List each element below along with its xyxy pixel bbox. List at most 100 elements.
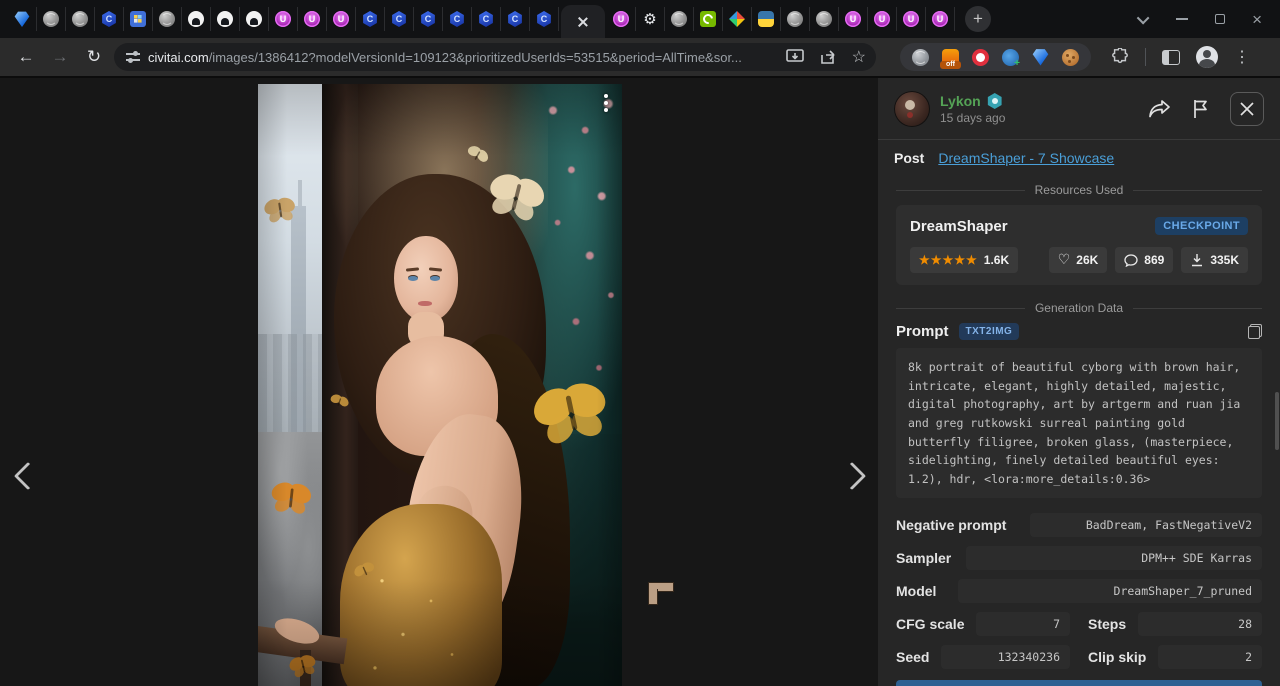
url-path: /images/1386412?modelVersionId=109123&pr… [209, 50, 742, 65]
extensions-puzzle-icon[interactable] [1111, 48, 1129, 66]
downloads-pill[interactable]: 335K [1181, 247, 1248, 273]
u-app-pinned-tab[interactable] [926, 7, 955, 31]
url-text[interactable]: civitai.com/images/1386412?modelVersionI… [148, 50, 778, 65]
python-pinned-tab[interactable] [752, 7, 781, 31]
reload-button[interactable]: ↻ [80, 43, 108, 71]
next-image-button[interactable] [838, 462, 866, 490]
globe-favicon [787, 11, 803, 27]
address-bar[interactable]: civitai.com/images/1386412?modelVersionI… [114, 43, 876, 71]
civitai-pinned-tab[interactable] [443, 7, 472, 31]
previous-image-button[interactable] [14, 462, 42, 490]
civitai-pinned-tab[interactable] [530, 7, 559, 31]
comments-pill[interactable]: 869 [1115, 247, 1173, 273]
globe-pinned-tab[interactable] [153, 7, 182, 31]
active-tab[interactable] [561, 5, 605, 38]
globe-pinned-tab[interactable] [665, 7, 694, 31]
panel-scrollbar-thumb[interactable] [1275, 392, 1279, 450]
model-value[interactable]: DreamShaper_7_pruned [958, 579, 1262, 603]
u-app-pinned-tab[interactable] [839, 7, 868, 31]
panel-scroll-area[interactable]: Resources Used DreamShaper CHECKPOINT ★★… [878, 176, 1280, 686]
civitai-pinned-tab[interactable] [385, 7, 414, 31]
git-diamond-pinned-tab[interactable] [723, 7, 752, 31]
restore-window-icon[interactable] [1215, 14, 1225, 24]
user-avatar[interactable] [894, 91, 930, 127]
u-app-pinned-tab[interactable] [298, 7, 327, 31]
resource-name[interactable]: DreamShaper [910, 218, 1008, 235]
gem-extension-icon[interactable] [1032, 49, 1049, 66]
globe-pinned-tab[interactable] [37, 7, 66, 31]
likes-pill[interactable]: ♡ 26K [1049, 247, 1108, 273]
pinned-tabs-right [607, 7, 955, 31]
close-window-icon[interactable]: × [1252, 11, 1262, 28]
u-app-pinned-tab[interactable] [327, 7, 356, 31]
new-tab-button[interactable]: + [965, 6, 991, 32]
minimize-icon[interactable] [1176, 18, 1188, 20]
username-link[interactable]: Lykon [940, 93, 981, 109]
share-post-icon[interactable] [1148, 99, 1172, 119]
civitai-favicon [362, 11, 378, 27]
negative-prompt-value[interactable]: BadDream, FastNegativeV2 [1030, 513, 1262, 537]
copy-all-data-button[interactable] [896, 680, 1262, 686]
civitai-pinned-tab[interactable] [472, 7, 501, 31]
post-row: Post DreamShaper - 7 Showcase [878, 140, 1280, 176]
install-icon[interactable] [786, 49, 804, 65]
u-app-pinned-tab[interactable] [868, 7, 897, 31]
rating-pill[interactable]: ★★★★★ 1.6K [910, 247, 1018, 273]
sampler-value[interactable]: DPM++ SDE Karras [966, 546, 1262, 570]
blocker-extension-icon[interactable]: off [942, 49, 959, 66]
github-pinned-tab[interactable] [240, 7, 269, 31]
seed-value[interactable]: 132340236 [941, 645, 1070, 669]
cookie-extension-icon[interactable] [1062, 49, 1079, 66]
image-options-menu-icon[interactable] [604, 94, 608, 115]
globe-pinned-tab[interactable] [66, 7, 95, 31]
report-flag-icon[interactable] [1192, 99, 1210, 119]
git-diamond-favicon [729, 11, 745, 27]
cfg-scale-value[interactable]: 7 [976, 612, 1070, 636]
civitai-pinned-tab[interactable] [95, 7, 124, 31]
github-pinned-tab[interactable] [182, 7, 211, 31]
civitai-pinned-tab[interactable] [356, 7, 385, 31]
globe-favicon [816, 11, 832, 27]
model-label: Model [896, 583, 936, 599]
civitai-pinned-tab[interactable] [414, 7, 443, 31]
settings-gear-favicon [642, 11, 658, 27]
u-app-favicon [333, 11, 349, 27]
u-app-pinned-tab[interactable] [269, 7, 298, 31]
clip-skip-value[interactable]: 2 [1158, 645, 1262, 669]
steps-value[interactable]: 28 [1138, 612, 1262, 636]
copy-generation-data-icon[interactable] [1248, 324, 1262, 339]
toolbar-separator [1145, 48, 1146, 66]
browser-menu-icon[interactable]: ⋮ [1234, 47, 1250, 67]
u-app-pinned-tab[interactable] [607, 7, 636, 31]
browser-profile-avatar[interactable] [1196, 46, 1218, 68]
red-o-extension-icon[interactable] [972, 49, 989, 66]
tab-search-icon[interactable] [1137, 11, 1150, 24]
prompt-text[interactable]: 8k portrait of beautiful cyborg with bro… [896, 348, 1262, 498]
share-icon[interactable] [820, 49, 836, 65]
gem-pinned-tab[interactable] [8, 7, 37, 31]
toolbox-pinned-tab[interactable] [124, 7, 153, 31]
negative-prompt-row: Negative prompt BadDream, FastNegativeV2 [896, 511, 1262, 538]
generated-image[interactable] [258, 84, 622, 686]
rating-count: 1.6K [984, 253, 1009, 267]
close-tab-icon[interactable] [578, 17, 588, 27]
bookmark-star-icon[interactable]: ☆ [852, 47, 866, 67]
u-app-favicon [845, 11, 861, 27]
nvidia-pinned-tab[interactable] [694, 7, 723, 31]
globe-pinned-tab[interactable] [810, 7, 839, 31]
close-panel-button[interactable] [1230, 92, 1264, 126]
forward-button[interactable]: → [46, 43, 74, 71]
resource-card[interactable]: DreamShaper CHECKPOINT ★★★★★ 1.6K ♡ 26K [896, 205, 1262, 285]
post-title-link[interactable]: DreamShaper - 7 Showcase [938, 150, 1114, 166]
github-pinned-tab[interactable] [211, 7, 240, 31]
globe-extension-icon[interactable] [912, 49, 929, 66]
back-button[interactable]: ← [12, 43, 40, 71]
blue-plus-extension-icon[interactable] [1002, 49, 1019, 66]
globe-pinned-tab[interactable] [781, 7, 810, 31]
settings-gear-pinned-tab[interactable] [636, 7, 665, 31]
civitai-pinned-tab[interactable] [501, 7, 530, 31]
site-info-icon[interactable] [126, 51, 140, 63]
side-panel-icon[interactable] [1162, 50, 1180, 65]
u-app-pinned-tab[interactable] [897, 7, 926, 31]
globe-favicon [43, 11, 59, 27]
